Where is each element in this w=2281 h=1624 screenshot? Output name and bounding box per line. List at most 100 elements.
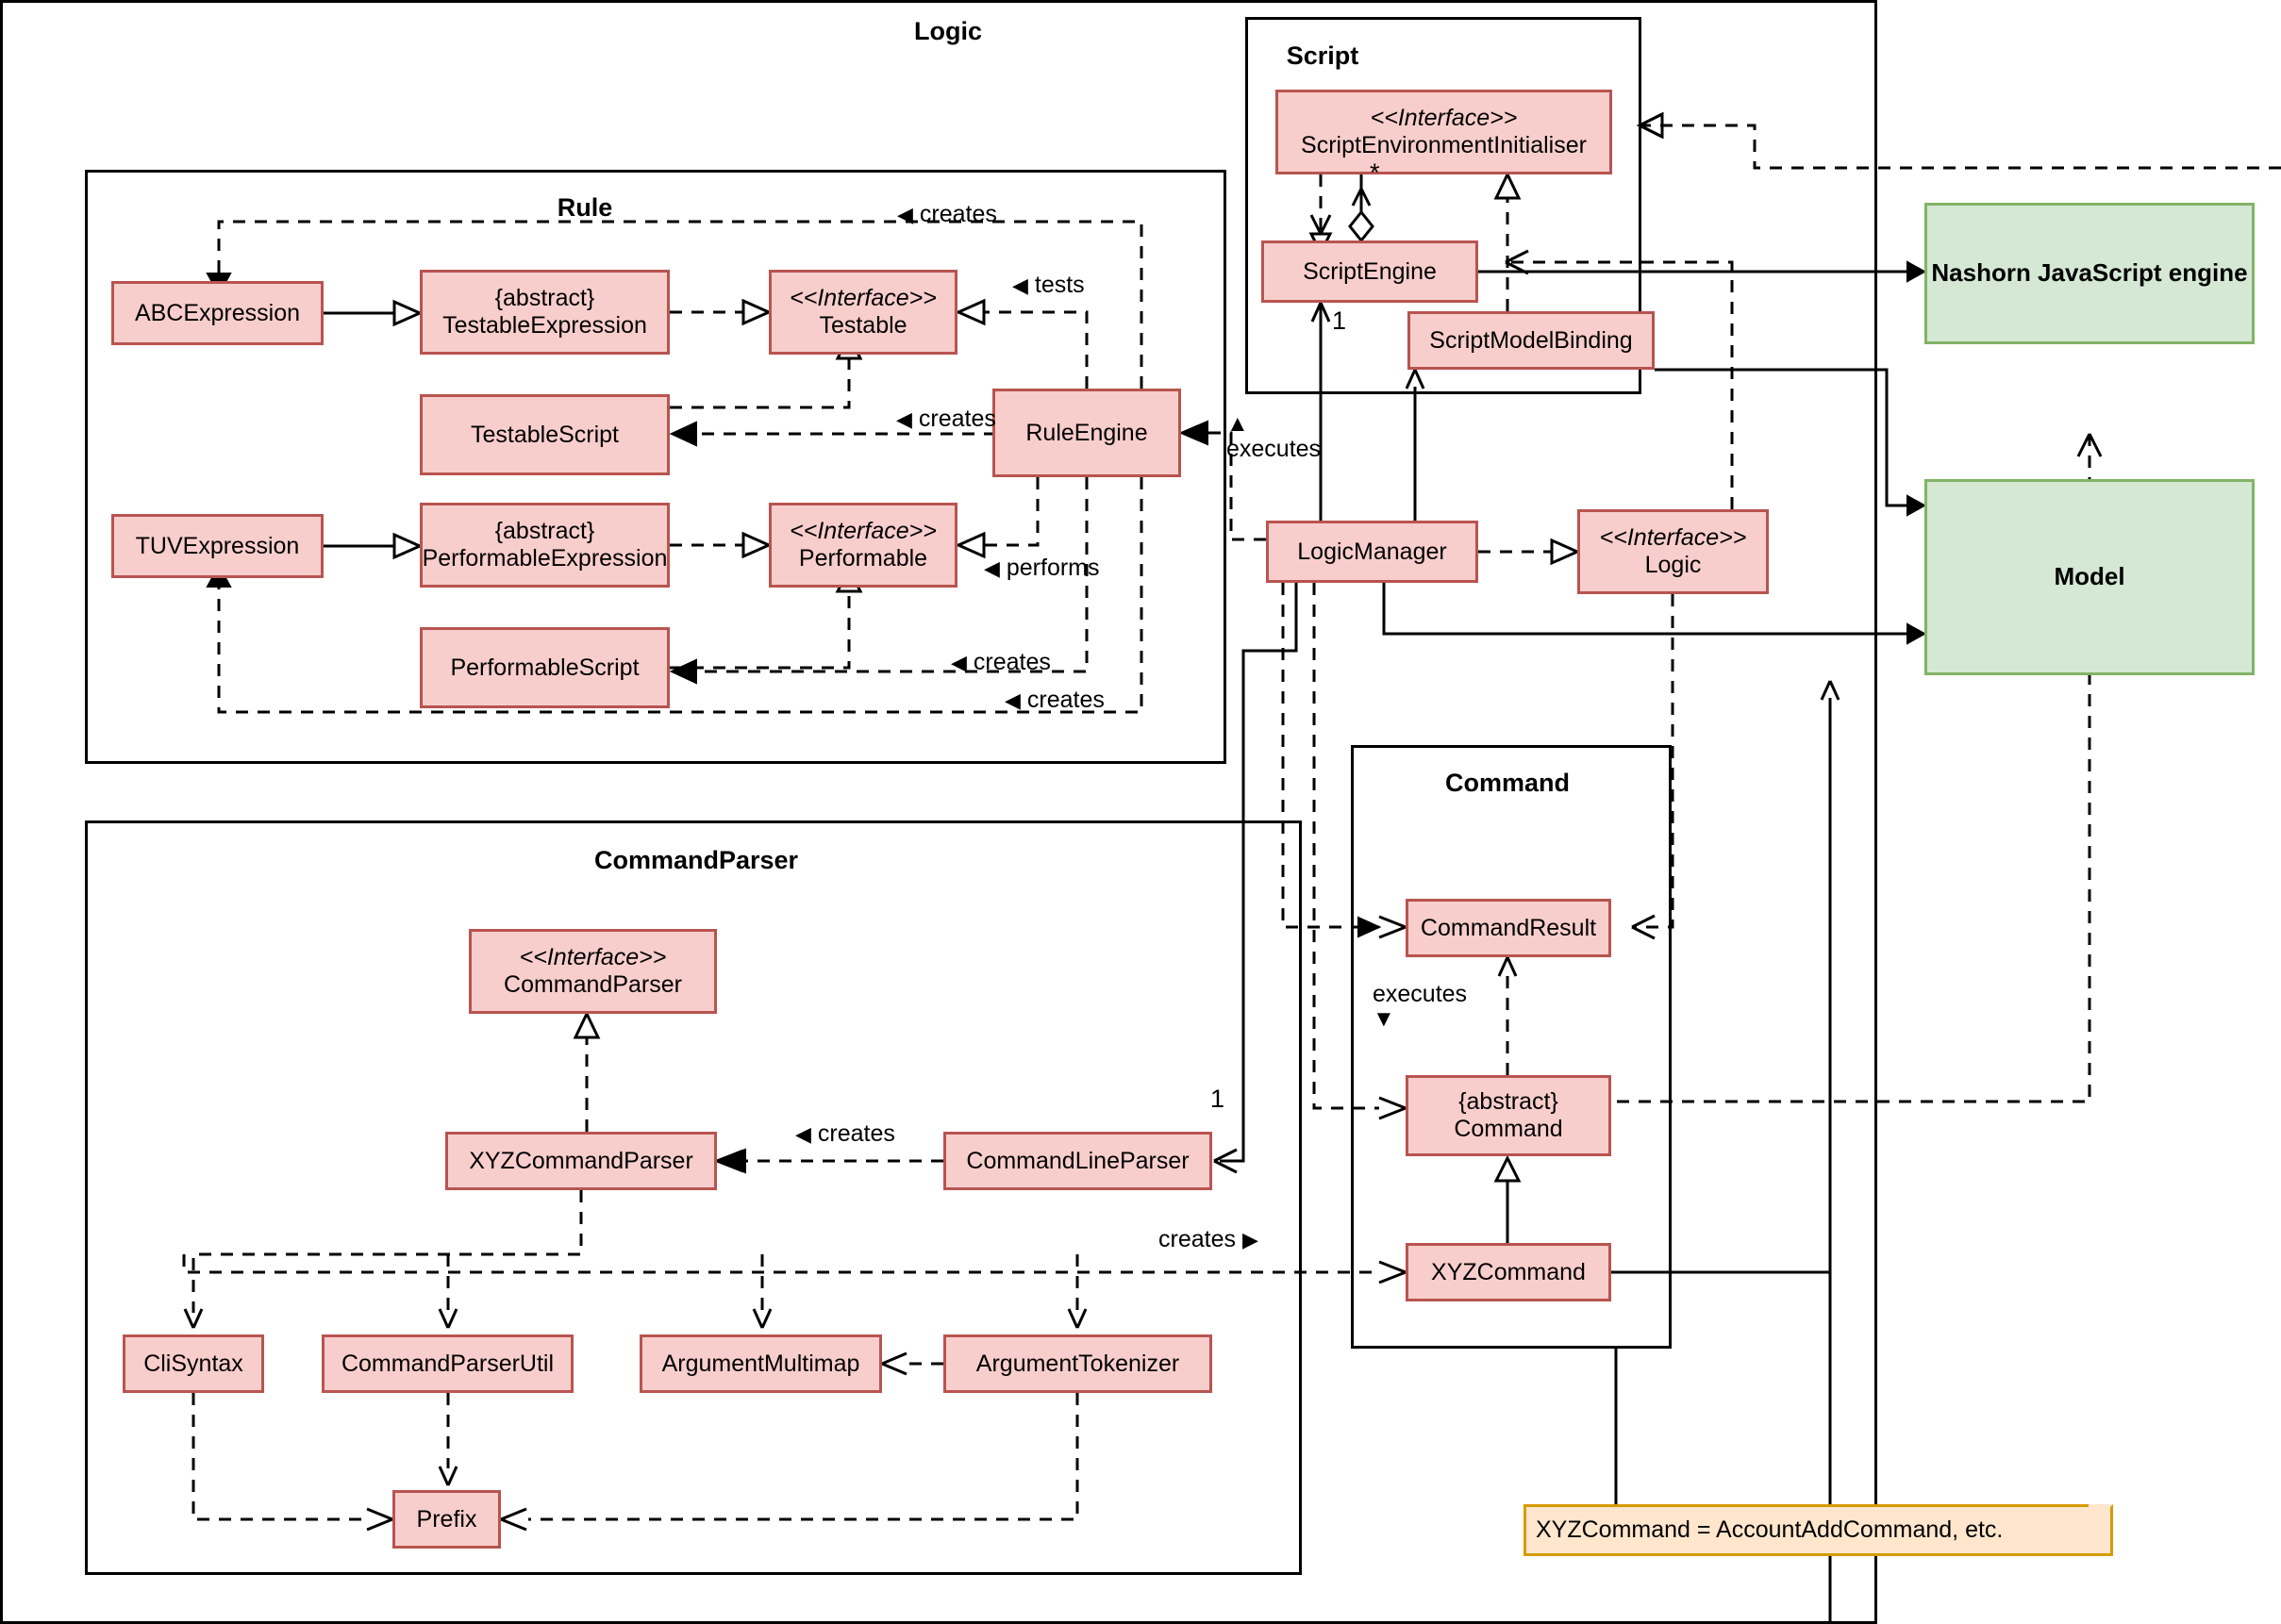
edge-label-creates-performable: ◀ creates — [951, 649, 1051, 676]
class-argumentmultimap[interactable]: ArgumentMultimap — [640, 1334, 882, 1393]
class-commandparser-interface-stereotype: <<Interface>> — [519, 944, 667, 971]
class-clisyntax-label: CliSyntax — [143, 1350, 243, 1377]
class-scriptengine-label: ScriptEngine — [1303, 257, 1437, 285]
edge-label-text: creates — [1026, 687, 1105, 713]
triangle-down-icon: ▼ — [1373, 1006, 1395, 1032]
class-performablescript-label: PerformableScript — [450, 654, 640, 681]
class-testable-label: Testable — [819, 312, 907, 339]
class-prefix[interactable]: Prefix — [392, 1490, 501, 1549]
edge-label-text: performs — [1006, 555, 1100, 581]
class-commandparserutil[interactable]: CommandParserUtil — [322, 1334, 574, 1393]
edge-label-executes-command: executes ▼ — [1373, 981, 1467, 1031]
triangle-left-icon: ◀ — [951, 651, 967, 674]
class-clisyntax[interactable]: CliSyntax — [123, 1334, 264, 1393]
class-testable[interactable]: <<Interface>> Testable — [769, 270, 957, 355]
edge-label-performs: ◀ performs — [984, 555, 1100, 582]
class-testablescript[interactable]: TestableScript — [420, 394, 670, 475]
class-performable[interactable]: <<Interface>> Performable — [769, 503, 957, 588]
class-performableexpression-label: PerformableExpression — [422, 545, 668, 572]
class-prefix-label: Prefix — [416, 1505, 477, 1533]
edge-label-creates-xyzcommand: creates ▶ — [1158, 1226, 1258, 1253]
edge-label-creates-rule-top: ◀ creates — [897, 201, 997, 228]
edge-label-creates-xyzcommandparser: ◀ creates — [795, 1120, 895, 1148]
class-xyzcommandparser[interactable]: XYZCommandParser — [445, 1132, 717, 1190]
edge-label-tests: ◀ tests — [1012, 272, 1085, 299]
triangle-left-icon: ◀ — [896, 407, 912, 431]
class-ruleengine[interactable]: RuleEngine — [992, 389, 1181, 477]
class-commandparser-interface-label: CommandParser — [504, 971, 682, 998]
package-logic-title: Logic — [914, 17, 982, 45]
multiplicity-one-scriptengine: 1 — [1332, 307, 1346, 336]
class-logic-interface-label: Logic — [1644, 552, 1702, 578]
class-testableexpression[interactable]: {abstract} TestableExpression — [420, 270, 670, 355]
triangle-right-icon: ▶ — [1241, 1228, 1258, 1251]
class-commandresult[interactable]: CommandResult — [1406, 899, 1611, 957]
class-abcexpression[interactable]: ABCExpression — [111, 281, 324, 345]
class-commandparserutil-label: CommandParserUtil — [341, 1350, 555, 1377]
external-box-model-label: Model — [2054, 562, 2125, 591]
class-commandparser-interface[interactable]: <<Interface>> CommandParser — [469, 929, 717, 1014]
edge-label-text: creates — [918, 406, 996, 432]
class-testablescript-label: TestableScript — [470, 421, 620, 448]
class-ruleengine-label: RuleEngine — [1025, 419, 1148, 446]
triangle-left-icon: ◀ — [984, 556, 1000, 580]
class-performablescript[interactable]: PerformableScript — [420, 627, 670, 708]
class-scriptengine[interactable]: ScriptEngine — [1261, 240, 1478, 303]
class-xyzcommand[interactable]: XYZCommand — [1406, 1243, 1611, 1301]
class-logicmanager[interactable]: LogicManager — [1266, 521, 1478, 583]
triangle-left-icon: ◀ — [897, 203, 913, 226]
external-box-nashorn-label: Nashorn JavaScript engine — [1931, 258, 2248, 288]
package-rule-title: Rule — [557, 193, 613, 222]
class-performable-stereotype: <<Interface>> — [790, 518, 937, 545]
class-testableexpression-label: TestableExpression — [442, 312, 647, 339]
class-argumentmultimap-label: ArgumentMultimap — [661, 1350, 860, 1377]
class-scriptenvironmentinitialiser-label: ScriptEnvironmentInitialiser — [1301, 132, 1587, 158]
edge-label-creates-testablescript: ◀ creates — [896, 406, 996, 433]
class-scriptmodelbinding[interactable]: ScriptModelBinding — [1407, 311, 1655, 370]
triangle-up-icon: ▲ — [1226, 411, 1249, 437]
multiplicity-one-commandlineparser: 1 — [1210, 1085, 1224, 1114]
external-box-nashorn[interactable]: Nashorn JavaScript engine — [1924, 203, 2255, 344]
triangle-left-icon: ◀ — [1012, 273, 1028, 297]
edge-label-text: creates — [1158, 1226, 1236, 1252]
edge-label-text: executes — [1226, 436, 1322, 463]
class-logic-interface-stereotype: <<Interface>> — [1599, 524, 1747, 552]
multiplicity-text: 1 — [1210, 1085, 1225, 1113]
external-box-model[interactable]: Model — [1924, 479, 2255, 675]
class-scriptmodelbinding-label: ScriptModelBinding — [1429, 326, 1633, 354]
class-logicmanager-label: LogicManager — [1297, 538, 1447, 565]
edge-label-text: creates — [919, 201, 997, 227]
note-fold-icon — [2089, 1504, 2113, 1529]
triangle-left-icon: ◀ — [795, 1122, 811, 1146]
note-xyzcommand: XYZCommand = AccountAddCommand, etc. — [1523, 1504, 2113, 1556]
class-command-stereotype: {abstract} — [1458, 1088, 1558, 1116]
class-testable-stereotype: <<Interface>> — [790, 285, 937, 312]
edge-label-executes-ruleengine: ▲ executes — [1226, 411, 1322, 463]
class-command[interactable]: {abstract} Command — [1406, 1075, 1611, 1156]
class-commandlineparser-label: CommandLineParser — [966, 1147, 1190, 1174]
multiplicity-star: * — [1370, 158, 1380, 188]
class-performable-label: Performable — [798, 545, 928, 572]
triangle-left-icon: ◀ — [1005, 688, 1021, 712]
uml-diagram-canvas: Logic Rule Script Command CommandParser — [0, 0, 2281, 1624]
edge-label-creates-performablescript: ◀ creates — [1005, 687, 1105, 714]
class-command-label: Command — [1454, 1116, 1563, 1142]
class-performableexpression-stereotype: {abstract} — [494, 518, 595, 545]
edge-label-text: tests — [1034, 272, 1085, 298]
multiplicity-text: 1 — [1332, 307, 1347, 335]
class-tuvexpression-label: TUVExpression — [135, 532, 300, 559]
class-abcexpression-label: ABCExpression — [134, 299, 301, 326]
package-command-title: Command — [1444, 769, 1571, 797]
class-xyzcommandparser-label: XYZCommandParser — [469, 1147, 693, 1174]
package-commandparser-title: CommandParser — [593, 846, 799, 874]
class-tuvexpression[interactable]: TUVExpression — [111, 514, 324, 578]
class-logic-interface[interactable]: <<Interface>> Logic — [1577, 509, 1769, 594]
class-argumenttokenizer[interactable]: ArgumentTokenizer — [943, 1334, 1212, 1393]
class-performableexpression[interactable]: {abstract} PerformableExpression — [420, 503, 670, 588]
multiplicity-text: * — [1370, 158, 1380, 187]
class-scriptenvironmentinitialiser[interactable]: <<Interface>> ScriptEnvironmentInitialis… — [1275, 90, 1612, 174]
package-script-title: Script — [1286, 41, 1359, 70]
class-commandlineparser[interactable]: CommandLineParser — [943, 1132, 1212, 1190]
note-xyzcommand-text: XYZCommand = AccountAddCommand, etc. — [1536, 1516, 2004, 1543]
class-testableexpression-stereotype: {abstract} — [494, 285, 595, 312]
